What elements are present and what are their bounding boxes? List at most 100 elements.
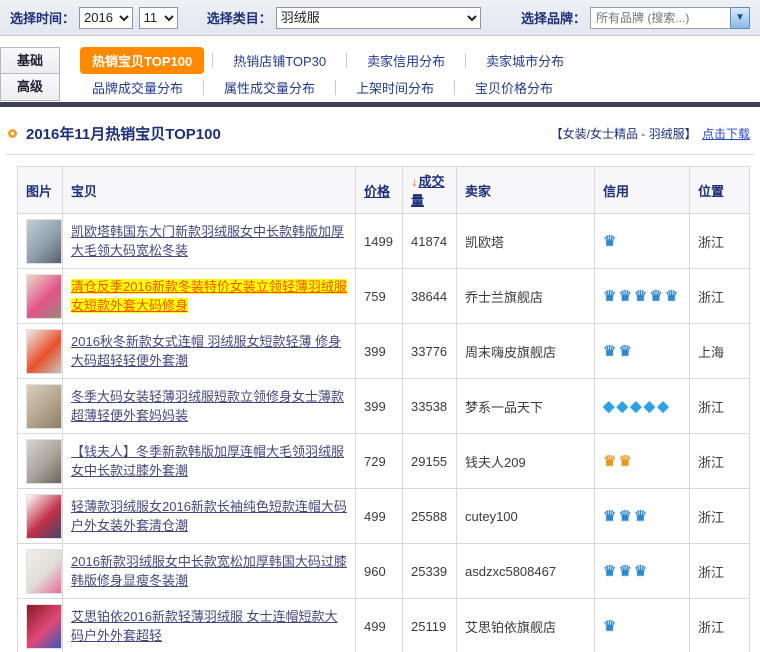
brand-filter-label: 选择品牌： [521,8,586,27]
item-title-link[interactable]: 凯欧塔韩国东大门新款羽绒服女中长款韩版加厚大毛领大码宽松冬装 [71,224,344,259]
sort-desc-icon: ↓ [411,174,418,189]
blue-diamond-icon: ◆ [657,398,671,415]
blue-crown-icon: ♛ [618,343,633,360]
category-path: 【女装/女士精品 - 羽绒服】 [551,127,697,141]
tab-basic-1[interactable]: 热销店铺TOP30 [213,51,346,70]
item-thumbnail[interactable] [26,494,62,539]
section-header: 2016年11月热销宝贝TOP100 【女装/女士精品 - 羽绒服】 点击下载 [8,123,750,144]
header-credit: 信用 [595,167,690,214]
tab-advanced-1[interactable]: 属性成交量分布 [204,78,335,97]
item-title-link[interactable]: 2016新款羽绒服女中长款宽松加厚韩国大码过膝韩版修身显瘦冬装潮 [71,554,347,589]
item-volume: 25119 [403,599,457,652]
item-volume: 41874 [403,214,457,269]
brand-dropdown-button[interactable]: ▼ [730,7,750,29]
tab-basic-3[interactable]: 卖家城市分布 [466,51,584,70]
item-volume: 33776 [403,324,457,379]
tab-advanced-0[interactable]: 品牌成交量分布 [72,78,203,97]
tab-advanced-2[interactable]: 上架时间分布 [336,78,454,97]
header-volume: ↓成交量 [403,167,457,214]
blue-crown-icon: ♛ [634,288,649,305]
tab-group-basic-label: 基础 [0,47,60,74]
advanced-tab-row: 品牌成交量分布属性成交量分布上架时间分布宝贝价格分布 [60,74,760,101]
item-title-link[interactable]: 清仓反季2016新款冬装特价女装立领轻薄羽绒服女短款外套大码修身 [71,279,347,314]
seller-credit-icons: ♛♛♛♛♛ [595,269,690,324]
blue-crown-icon: ♛ [618,563,633,580]
seller-location: 浙江 [690,379,750,434]
item-title-link[interactable]: 【钱夫人】冬季新款韩版加厚连帽大毛领羽绒服女中长款过膝外套潮 [71,444,344,479]
brand-search-input[interactable] [590,7,730,29]
item-price: 499 [356,489,403,544]
tab-basic-0[interactable]: 热销宝贝TOP100 [80,47,204,74]
item-thumbnail[interactable] [26,329,62,374]
item-thumbnail[interactable] [26,439,62,484]
year-select[interactable]: 2016 [79,7,133,29]
seller-credit-icons: ◆◆◆◆◆ [595,379,690,434]
blue-crown-icon: ♛ [603,233,618,250]
item-price: 399 [356,324,403,379]
seller-name: 凯欧塔 [457,214,595,269]
seller-location: 上海 [690,324,750,379]
header-seller: 卖家 [457,167,595,214]
price-sort-link[interactable]: 价格 [364,184,390,199]
blue-crown-icon: ♛ [603,618,618,635]
seller-name: 钱夫人209 [457,434,595,489]
table-row: 2016秋冬新款女式连帽 羽绒服女短款轻薄 修身大码超轻轻便外套潮 399 33… [18,324,750,379]
item-price: 960 [356,544,403,599]
page-title: 2016年11月热销宝贝TOP100 [26,123,221,144]
tab-navigation: 基础 热销宝贝TOP100 热销店铺TOP30卖家信用分布卖家城市分布 高级 品牌… [0,47,760,107]
tab-bottom-bar [0,102,760,107]
blue-crown-icon: ♛ [634,508,649,525]
tab-group-advanced-label: 高级 [0,74,60,101]
download-link[interactable]: 点击下载 [702,127,750,141]
section-bullet-icon [8,129,17,138]
seller-credit-icons: ♛♛ [595,434,690,489]
seller-location: 浙江 [690,489,750,544]
tab-basic-2[interactable]: 卖家信用分布 [347,51,465,70]
item-thumbnail[interactable] [26,604,62,649]
section-divider [6,154,754,155]
item-title-link[interactable]: 2016秋冬新款女式连帽 羽绒服女短款轻薄 修身大码超轻轻便外套潮 [71,334,341,369]
blue-crown-icon: ♛ [618,508,633,525]
brand-combobox: ▼ [590,7,750,29]
item-title-link[interactable]: 冬季大码女装轻薄羽绒服短款立领修身女士薄款超薄轻便外套妈妈装 [71,389,344,424]
item-price: 499 [356,599,403,652]
blue-diamond-icon: ◆ [617,398,631,415]
item-volume: 33538 [403,379,457,434]
seller-name: 艾思铂依旗舰店 [457,599,595,652]
blue-crown-icon: ♛ [603,343,618,360]
seller-location: 浙江 [690,599,750,652]
item-thumbnail[interactable] [26,274,62,319]
table-header-row: 图片 宝贝 价格 ↓成交量 卖家 信用 位置 [18,167,750,214]
item-thumbnail[interactable] [26,219,62,264]
basic-tab-row: 热销宝贝TOP100 热销店铺TOP30卖家信用分布卖家城市分布 [60,47,760,74]
header-price: 价格 [356,167,403,214]
table-row: 冬季大码女装轻薄羽绒服短款立领修身女士薄款超薄轻便外套妈妈装 399 33538… [18,379,750,434]
seller-location: 浙江 [690,269,750,324]
seller-name: 梦系一品天下 [457,379,595,434]
table-row: 轻薄款羽绒服女2016新款长袖纯色短款连帽大码户外女装外套清仓潮 499 255… [18,489,750,544]
item-thumbnail[interactable] [26,384,62,429]
item-thumbnail[interactable] [26,549,62,594]
seller-credit-icons: ♛♛♛ [595,489,690,544]
seller-credit-icons: ♛ [595,214,690,269]
seller-name: 周末嗨皮旗舰店 [457,324,595,379]
table-row: 2016新款羽绒服女中长款宽松加厚韩国大码过膝韩版修身显瘦冬装潮 960 253… [18,544,750,599]
gold-crown-icon: ♛ [603,453,618,470]
category-filter-label: 选择类目： [207,8,272,27]
item-price: 1499 [356,214,403,269]
item-title-link[interactable]: 轻薄款羽绒服女2016新款长袖纯色短款连帽大码户外女装外套清仓潮 [71,499,347,534]
blue-diamond-icon: ◆ [603,398,617,415]
blue-crown-icon: ♛ [665,288,680,305]
seller-location: 浙江 [690,434,750,489]
tab-advanced-3[interactable]: 宝贝价格分布 [455,78,573,97]
item-title-link[interactable]: 艾思铂依2016新款轻薄羽绒服 女士连帽短款大码户外外套超轻 [71,609,338,644]
seller-location: 浙江 [690,544,750,599]
item-price: 729 [356,434,403,489]
blue-crown-icon: ♛ [603,563,618,580]
blue-crown-icon: ♛ [634,563,649,580]
seller-credit-icons: ♛♛ [595,324,690,379]
category-select[interactable]: 羽绒服 [276,7,481,29]
blue-crown-icon: ♛ [649,288,664,305]
filter-bar: 选择时间： 2016 11 选择类目： 羽绒服 选择品牌： ▼ [0,0,760,36]
month-select[interactable]: 11 [139,7,179,29]
